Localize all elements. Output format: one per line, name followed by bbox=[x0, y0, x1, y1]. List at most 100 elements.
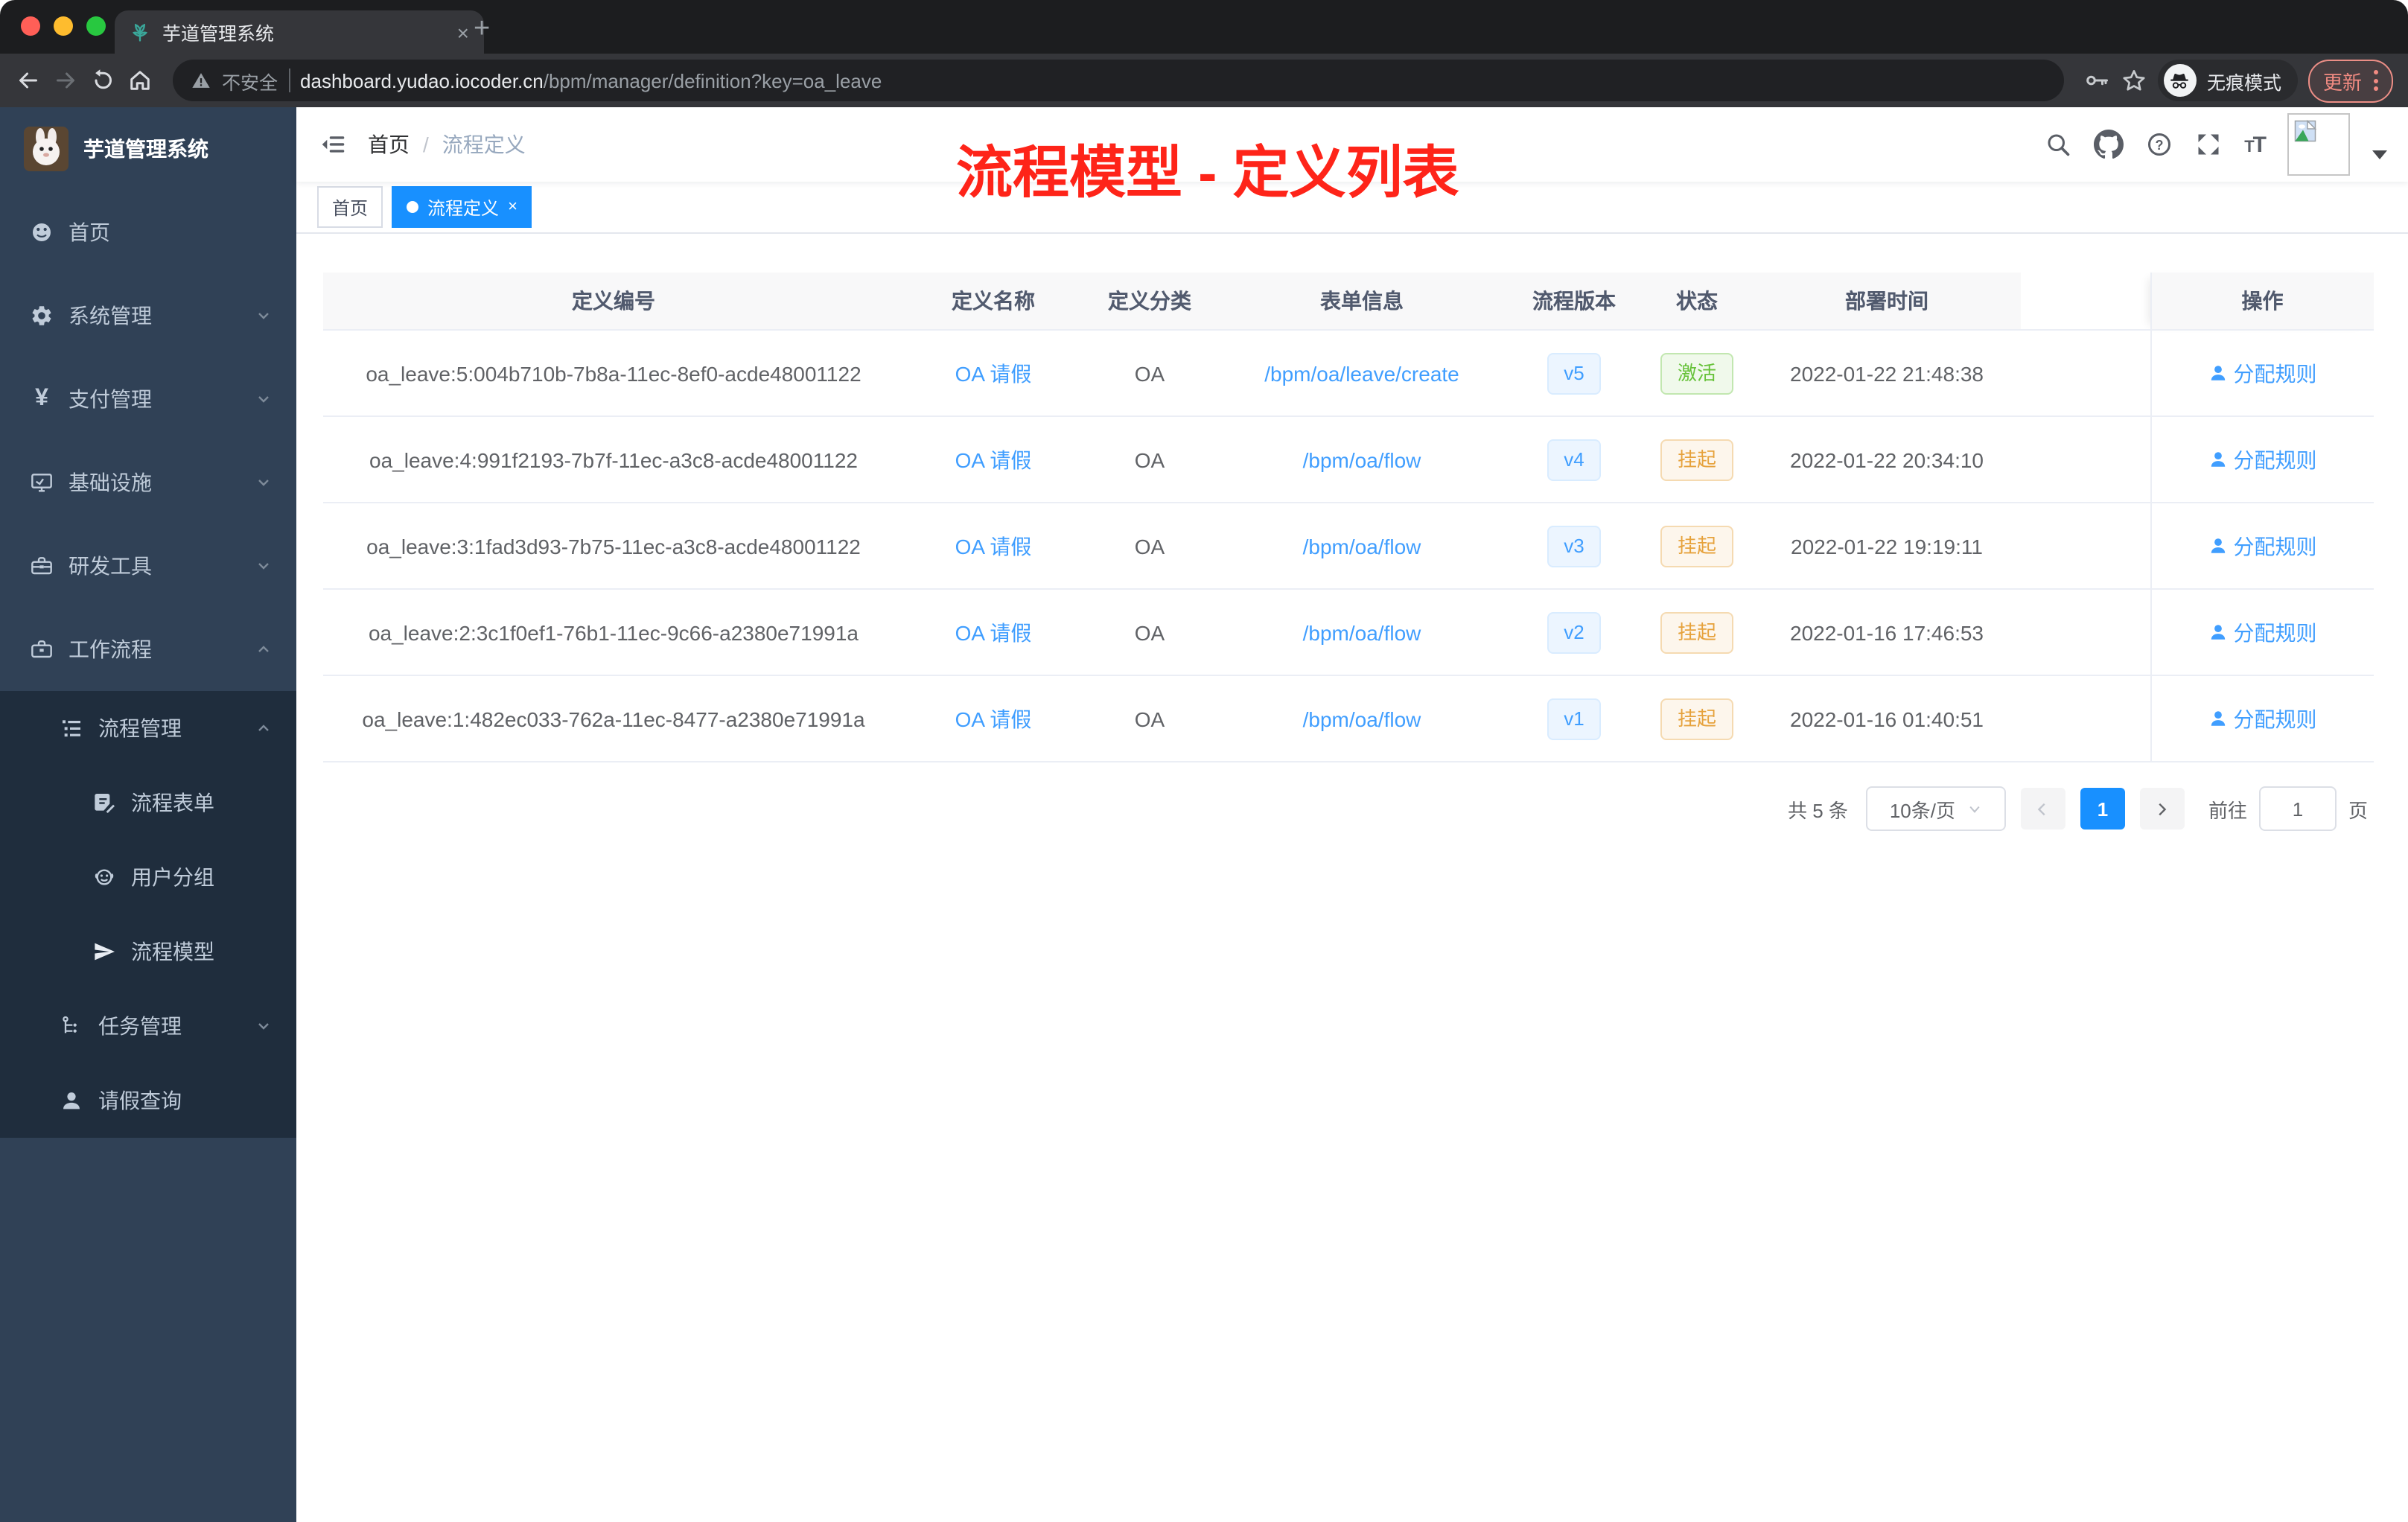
monitor-icon bbox=[31, 474, 52, 492]
version-badge: v2 bbox=[1547, 611, 1601, 653]
chevron-right-icon bbox=[2159, 802, 2167, 815]
scroll-gutter bbox=[2021, 503, 2150, 590]
tab-close-icon[interactable]: × bbox=[457, 22, 469, 42]
sidebar-item-system[interactable]: 系统管理 bbox=[0, 274, 296, 357]
fullscreen-icon[interactable] bbox=[2195, 131, 2222, 158]
tab-strip: 芋道管理系统 × + bbox=[0, 0, 2408, 54]
sidebar-item-home[interactable]: 首页 bbox=[0, 191, 296, 274]
flow-branch-icon bbox=[63, 1016, 77, 1034]
tab-title: 芋道管理系统 bbox=[162, 24, 275, 45]
url-text[interactable]: dashboard.yudao.iocoder.cn/bpm/manager/d… bbox=[300, 69, 882, 92]
next-page-button[interactable] bbox=[2139, 788, 2185, 830]
screen: 芋道管理系统 × + 不安全 dashboard.yudao.iocoder.c… bbox=[0, 0, 2408, 1522]
form-link[interactable]: /bpm/oa/flow bbox=[1303, 707, 1421, 730]
browser-tab[interactable]: 芋道管理系统 × bbox=[115, 10, 484, 54]
browser-menu-icon[interactable] bbox=[2374, 70, 2378, 91]
assign-rule-link[interactable]: 分配规则 bbox=[2208, 707, 2317, 730]
sidebar-item-infrastructure[interactable]: 基础设施 bbox=[0, 441, 296, 524]
incognito-icon bbox=[2163, 64, 2197, 97]
page-unit-label: 页 bbox=[2348, 799, 2368, 821]
user-avatar[interactable] bbox=[2287, 113, 2350, 176]
new-tab-button[interactable]: + bbox=[474, 15, 490, 43]
bookmark-star-icon[interactable] bbox=[2121, 67, 2147, 94]
reload-icon[interactable] bbox=[89, 67, 116, 94]
password-key-icon[interactable] bbox=[2083, 67, 2110, 94]
table-row: oa_leave:5:004b710b-7b8a-11ec-8ef0-acde4… bbox=[323, 330, 2374, 417]
goto-page-input[interactable] bbox=[2258, 786, 2337, 831]
avatar-caret-icon[interactable] bbox=[2372, 150, 2387, 159]
assign-rule-link[interactable]: 分配规则 bbox=[2208, 534, 2317, 558]
back-icon[interactable] bbox=[15, 67, 42, 94]
tree-list-icon bbox=[63, 720, 80, 737]
deploy-time: 2022-01-16 17:46:53 bbox=[1753, 589, 2021, 676]
dashboard-icon bbox=[32, 223, 51, 241]
tag-close-icon[interactable]: × bbox=[508, 198, 517, 216]
assign-rule-link[interactable]: 分配规则 bbox=[2208, 361, 2317, 385]
definition-name-link[interactable]: OA 请假 bbox=[955, 448, 1032, 471]
sidebar-item-process-model[interactable]: 流程模型 bbox=[0, 914, 296, 989]
document-edit-icon bbox=[95, 794, 115, 813]
sidebar-item-leave-query[interactable]: 请假查询 bbox=[0, 1063, 296, 1138]
form-link[interactable]: /bpm/oa/flow bbox=[1303, 448, 1421, 471]
sidebar-item-workflow[interactable]: 工作流程 bbox=[0, 608, 296, 691]
chevron-up-icon bbox=[258, 725, 269, 731]
breadcrumb-home[interactable]: 首页 bbox=[368, 130, 410, 159]
security-label[interactable]: 不安全 bbox=[222, 66, 278, 95]
sidebar-item-label: 流程模型 bbox=[131, 940, 214, 964]
tag-process-definition[interactable]: 流程定义 × bbox=[392, 186, 532, 228]
svg-text:?: ? bbox=[2156, 138, 2164, 153]
chevron-down-icon bbox=[258, 563, 269, 570]
browser-update-button[interactable]: 更新 bbox=[2307, 59, 2393, 102]
definition-name-link[interactable]: OA 请假 bbox=[955, 620, 1032, 644]
sidebar-item-dev-tools[interactable]: 研发工具 bbox=[0, 524, 296, 608]
table-row: oa_leave:4:991f2193-7b7f-11ec-a3c8-acde4… bbox=[323, 416, 2374, 503]
minimize-window-button[interactable] bbox=[54, 16, 73, 36]
navbar: 首页 / 流程定义 ? TT bbox=[296, 107, 2408, 182]
home-icon[interactable] bbox=[127, 67, 153, 94]
definition-name-link[interactable]: OA 请假 bbox=[955, 361, 1032, 385]
col-form-info: 表单信息 bbox=[1217, 273, 1507, 331]
help-icon[interactable]: ? bbox=[2146, 131, 2173, 158]
app-logo[interactable]: 芋道管理系统 bbox=[0, 107, 296, 191]
sidebar-item-task-management[interactable]: 任务管理 bbox=[0, 989, 296, 1063]
prev-page-button[interactable] bbox=[2020, 788, 2065, 830]
form-link[interactable]: /bpm/oa/leave/create bbox=[1264, 361, 1459, 385]
assign-rule-link[interactable]: 分配规则 bbox=[2208, 620, 2317, 644]
sidebar-item-label: 用户分组 bbox=[131, 865, 214, 889]
collapse-sidebar-icon[interactable] bbox=[320, 131, 347, 158]
form-link[interactable]: /bpm/oa/flow bbox=[1303, 534, 1421, 558]
scroll-gutter bbox=[2021, 589, 2150, 676]
definition-id: oa_leave:4:991f2193-7b7f-11ec-a3c8-acde4… bbox=[323, 416, 904, 503]
page-number-button[interactable]: 1 bbox=[2080, 788, 2125, 830]
table-body: oa_leave:5:004b710b-7b8a-11ec-8ef0-acde4… bbox=[323, 330, 2374, 762]
zoom-window-button[interactable] bbox=[86, 16, 106, 36]
definition-name-link[interactable]: OA 请假 bbox=[955, 707, 1032, 730]
col-actions: 操作 bbox=[2150, 273, 2374, 331]
col-definition-name: 定义名称 bbox=[904, 273, 1083, 331]
search-icon[interactable] bbox=[2045, 131, 2071, 158]
assign-rule-link[interactable]: 分配规则 bbox=[2208, 448, 2317, 471]
browser-chrome: 芋道管理系统 × + 不安全 dashboard.yudao.iocoder.c… bbox=[0, 0, 2408, 107]
forward-icon[interactable] bbox=[52, 67, 79, 94]
breadcrumb-separator: / bbox=[423, 133, 429, 156]
update-label[interactable]: 更新 bbox=[2323, 66, 2362, 95]
incognito-badge: 无痕模式 bbox=[2157, 60, 2298, 101]
sidebar-item-label: 基础设施 bbox=[69, 471, 152, 494]
font-size-icon[interactable]: TT bbox=[2244, 132, 2267, 157]
form-link[interactable]: /bpm/oa/flow bbox=[1303, 620, 1421, 644]
sidebar-item-user-group[interactable]: 用户分组 bbox=[0, 840, 296, 914]
tags-view: 首页 流程定义 × bbox=[296, 182, 2408, 234]
definition-name-link[interactable]: OA 请假 bbox=[955, 534, 1032, 558]
sidebar-item-process-management[interactable]: 流程管理 bbox=[0, 691, 296, 765]
url-divider bbox=[288, 69, 290, 92]
close-window-button[interactable] bbox=[21, 16, 40, 36]
tag-home[interactable]: 首页 bbox=[317, 186, 383, 228]
definition-id: oa_leave:3:1fad3d93-7b75-11ec-a3c8-acde4… bbox=[323, 503, 904, 590]
url-bar[interactable]: 不安全 dashboard.yudao.iocoder.cn/bpm/manag… bbox=[173, 60, 2064, 101]
sidebar-item-process-form[interactable]: 流程表单 bbox=[0, 765, 296, 840]
version-badge: v5 bbox=[1547, 352, 1601, 394]
sidebar-item-payment[interactable]: ¥ 支付管理 bbox=[0, 357, 296, 441]
page-size-select[interactable]: 10条/页 bbox=[1865, 786, 2006, 831]
chevron-down-icon bbox=[258, 480, 269, 486]
github-icon[interactable] bbox=[2094, 130, 2124, 159]
